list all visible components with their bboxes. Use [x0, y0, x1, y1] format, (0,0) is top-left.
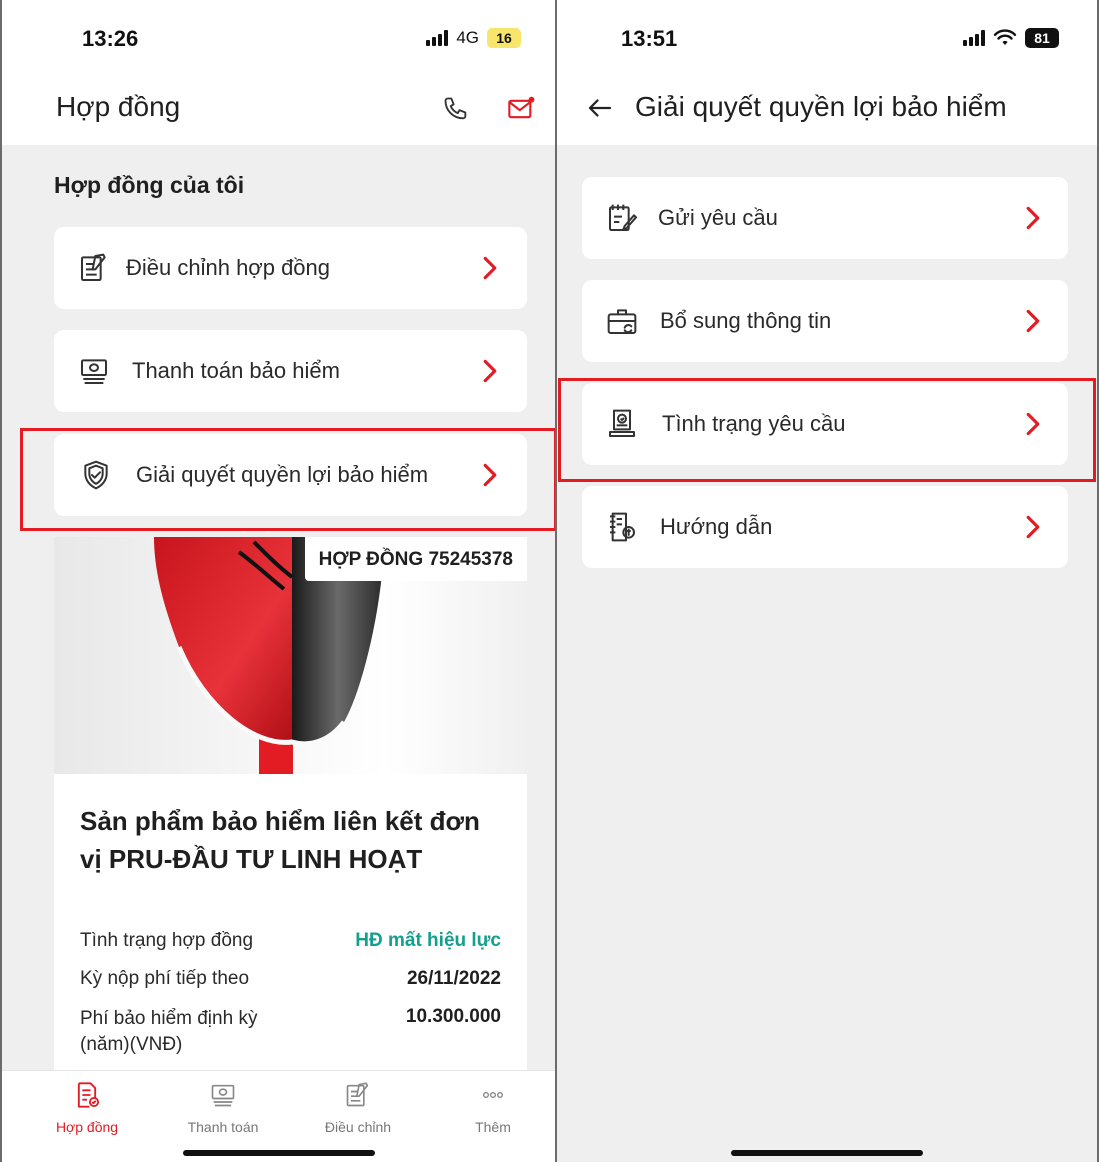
status-bar: 13:26 4G 16 [2, 0, 555, 75]
shield-icon [84, 460, 108, 490]
status-time: 13:26 [82, 26, 139, 51]
app-header: Hợp đồng [2, 75, 555, 145]
menu-item-label: Giải quyết quyền lợi bảo hiểm [136, 462, 429, 487]
home-indicator[interactable] [182, 1150, 375, 1156]
menu-item-add-information[interactable]: Bổ sung thông tin [582, 280, 1068, 362]
battery-icon: 81 [1025, 28, 1059, 48]
section-title: Hợp đồng của tôi [54, 172, 245, 198]
menu-item-adjust-contract[interactable]: Điều chỉnh hợp đồng [54, 227, 527, 309]
home-indicator[interactable] [731, 1150, 923, 1156]
product-name: Sản phẩm bảo hiểm liên kết đơn vị PRU-ĐẦ… [80, 806, 480, 874]
menu-item-label: Thanh toán bảo hiểm [132, 358, 340, 383]
status-bar: 13:51 81 [557, 0, 1097, 75]
left-phone-screen: 13:26 4G 16 Hợp đồng Hợp đồng của tôi Đi… [0, 0, 557, 1162]
tab-adjust[interactable]: Điều chỉnh [303, 1081, 413, 1135]
page-title: Giải quyết quyền lợi bảo hiểm [635, 91, 1007, 122]
chevron-right-icon [483, 256, 497, 280]
tab-contracts[interactable]: Hợp đồng [32, 1081, 142, 1135]
edit-document-icon [81, 253, 106, 281]
contract-status-value: HĐ mất hiệu lực [355, 930, 501, 951]
menu-item-label: Bổ sung thông tin [660, 308, 832, 333]
chevron-right-icon [1026, 309, 1040, 333]
guide-icon [610, 512, 635, 542]
menu-item-guide[interactable]: Hướng dẫn [582, 486, 1068, 568]
payment-icon [211, 1084, 235, 1107]
menu-item-submit-request[interactable]: Gửi yêu cầu [582, 177, 1068, 259]
menu-item-label: Điều chỉnh hợp đồng [126, 255, 331, 280]
premium-value: 10.300.000 [405, 1006, 501, 1027]
right-phone-screen: 13:51 81 Giải quyết quyền lợi bảo hiểm G… [557, 0, 1099, 1162]
back-arrow-icon[interactable] [585, 93, 615, 123]
menu-item-label: Gửi yêu cầu [658, 205, 778, 230]
briefcase-icon [607, 309, 637, 334]
contract-banner-image: HỢP ĐỒNG 75245378 [54, 537, 527, 774]
tab-label: Thanh toán [187, 1119, 259, 1135]
contract-card[interactable]: Sản phẩm bảo hiểm liên kết đơn vị PRU-ĐẦ… [54, 774, 527, 1074]
next-payment-label: Kỳ nộp phí tiếp theo [80, 968, 250, 989]
chevron-right-icon [1026, 515, 1040, 539]
tab-label: Điều chỉnh [324, 1119, 392, 1135]
menu-item-request-status[interactable]: Tình trạng yêu cầu [582, 383, 1068, 465]
mail-notification-icon[interactable] [507, 95, 535, 123]
contract-icon [77, 1082, 100, 1108]
menu-item-label: Hướng dẫn [660, 514, 773, 539]
chevron-right-icon [1026, 206, 1040, 230]
wifi-icon [993, 29, 1017, 45]
next-payment-value: 26/11/2022 [406, 968, 501, 989]
edit-icon [346, 1082, 369, 1107]
menu-item-label: Tình trạng yêu cầu [662, 411, 846, 436]
submit-request-icon [609, 204, 637, 231]
menu-item-claims[interactable]: Giải quyết quyền lợi bảo hiểm [54, 434, 527, 516]
app-header: Giải quyết quyền lợi bảo hiểm [557, 75, 1097, 145]
tab-payment[interactable]: Thanh toán [168, 1081, 278, 1135]
network-type: 4G [456, 28, 479, 47]
menu-item-insurance-payment[interactable]: Thanh toán bảo hiểm [54, 330, 527, 412]
phone-icon[interactable] [442, 95, 470, 123]
contract-number-tag: HỢP ĐỒNG 75245378 [304, 537, 527, 581]
contract-status-label: Tình trạng hợp đồng [80, 930, 254, 951]
status-indicators: 4G 16 [426, 28, 521, 48]
premium-label: Phí bảo hiểm định kỳ (năm)(VNĐ) [80, 1008, 258, 1055]
chevron-right-icon [1026, 412, 1040, 436]
tab-label: Thêm [475, 1119, 511, 1135]
signal-icon [426, 30, 449, 46]
bottom-tab-bar: Hợp đồng Thanh toán Điều chỉnh Thêm [2, 1070, 555, 1162]
request-status-icon [609, 409, 635, 437]
tab-more[interactable]: Thêm [438, 1081, 548, 1135]
battery-icon: 16 [487, 28, 521, 48]
signal-icon [963, 30, 985, 46]
tab-label: Hợp đồng [55, 1119, 119, 1135]
chevron-right-icon [483, 359, 497, 383]
status-indicators: 81 [963, 28, 1059, 48]
page-title: Hợp đồng [56, 91, 181, 122]
status-time: 13:51 [621, 26, 678, 51]
payment-icon [81, 359, 107, 384]
chevron-right-icon [483, 463, 497, 487]
more-icon [482, 1091, 504, 1099]
